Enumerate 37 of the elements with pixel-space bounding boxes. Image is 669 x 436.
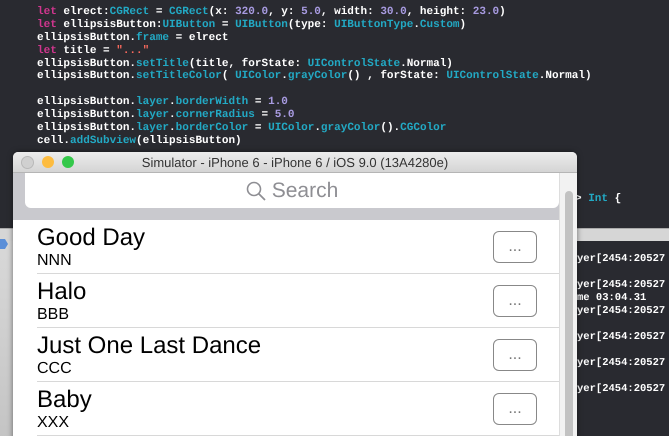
search-field[interactable]: Search bbox=[25, 173, 559, 208]
zoom-button[interactable] bbox=[62, 156, 74, 168]
console-line: yer[2454:20527 bbox=[577, 357, 666, 369]
code-line: let title = "..." bbox=[37, 44, 150, 58]
code-line: ellipsisButton.setTitle(title, forState: UIControlState.Normal) bbox=[37, 58, 454, 70]
song-subtitle: CCC bbox=[37, 360, 72, 376]
search-icon bbox=[246, 180, 266, 200]
code-line: ellipsisButton.setTitleColor( UIColor.grayColor() , forState: UIControlState.Normal) bbox=[37, 70, 593, 84]
more-button[interactable]: ... bbox=[493, 392, 537, 424]
song-subtitle: XXX bbox=[37, 414, 70, 430]
code-line: ellipsisButton.layer.cornerRadius = 5.0 bbox=[37, 109, 296, 122]
console-line: me 03:04.31 bbox=[577, 292, 646, 304]
more-button[interactable]: ... bbox=[493, 230, 537, 262]
scroll-thumb[interactable] bbox=[565, 191, 573, 436]
console-line: yer[2454:20527 bbox=[577, 331, 666, 343]
song-title: Just One Last Dance bbox=[37, 332, 262, 358]
song-title: Baby bbox=[37, 386, 92, 412]
code-line: let ellipsisButton:UIButton = UIButton(type: UIButtonType.Custom) bbox=[37, 18, 468, 32]
console-line: yer[2454:20527 bbox=[577, 383, 666, 395]
code-line: let elrect:CGRect = CGRect(x: 320.0, y: 5.0, width: 30.0, height: 23.0) bbox=[37, 6, 507, 19]
song-title: Good Day bbox=[37, 224, 146, 250]
console-line: yer[2454:20527 bbox=[577, 253, 666, 265]
console-line: yer[2454:20527 bbox=[577, 305, 666, 317]
song-subtitle: NNN bbox=[37, 252, 72, 268]
minimize-button[interactable] bbox=[42, 156, 54, 168]
code-line: ellipsisButton.frame = elrect bbox=[37, 32, 230, 45]
code-line: ellipsisButton.layer.borderWidth = 1.0 bbox=[37, 96, 289, 109]
close-button[interactable] bbox=[21, 156, 34, 169]
song-subtitle: BBB bbox=[37, 306, 70, 322]
console-line: yer[2454:20527 bbox=[577, 279, 666, 291]
code-line: cell.addSubview(ellipsisButton) bbox=[37, 134, 243, 148]
more-button[interactable]: ... bbox=[493, 284, 537, 316]
song-title: Halo bbox=[37, 278, 86, 304]
breakpoint-icon[interactable] bbox=[0, 238, 8, 250]
more-button[interactable]: ... bbox=[493, 338, 537, 370]
window-title: Simulator - iPhone 6 - iPhone 6 / iOS 9.0 (13A4280e) bbox=[142, 154, 448, 170]
code-line: ellipsisButton.layer.borderColor = UIColor.grayColor().CGColor bbox=[37, 122, 448, 135]
